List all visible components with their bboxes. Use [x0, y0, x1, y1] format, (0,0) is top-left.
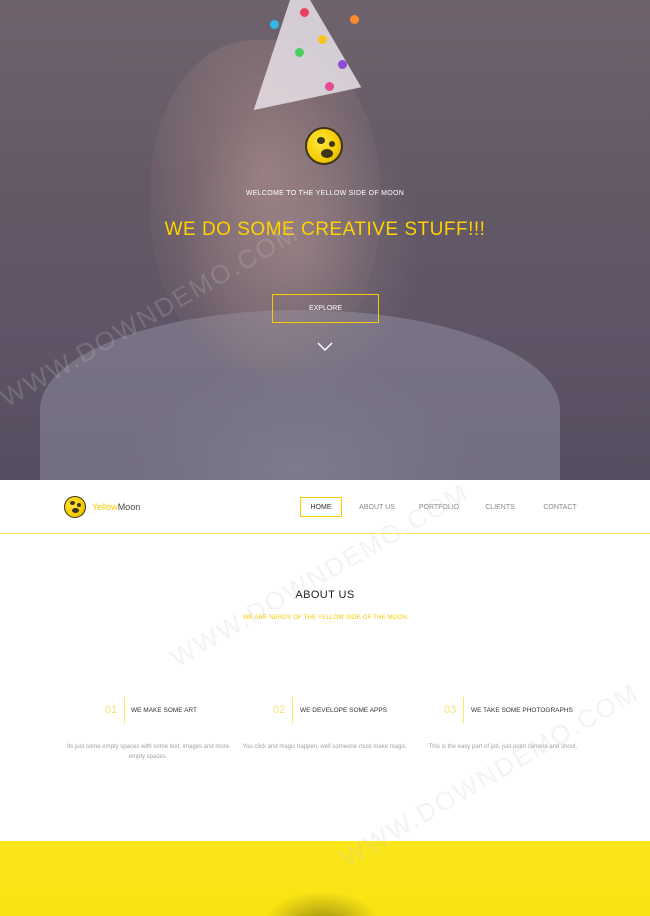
feature-description: This is the easy part of job, just point… [428, 744, 578, 750]
feature-description: You click and magic happen, well someone… [242, 744, 408, 750]
nav-item-clients[interactable]: CLIENTS [480, 497, 520, 517]
brand-logo[interactable]: YellowMoon [64, 495, 140, 519]
party-hat-dot [325, 82, 334, 91]
feature-divider [124, 697, 125, 723]
feature-divider [292, 697, 293, 723]
hero-section: WELCOME TO THE YELLOW SIDE OF MOON WE DO… [0, 0, 650, 480]
yellow-section [0, 841, 650, 916]
hero-welcome-text: WELCOME TO THE YELLOW SIDE OF MOON [245, 190, 405, 197]
brand-name-dark: Moon [117, 502, 141, 512]
feature-title: WE TAKE SOME PHOTOGRAPHS [471, 707, 573, 714]
main-navbar: YellowMoon HOME ABOUT US PORTFOLIO CLIEN… [0, 480, 650, 534]
feature-number: 03 [444, 704, 457, 716]
nav-item-portfolio[interactable]: PORTFOLIO [416, 497, 462, 517]
hero-headline: WE DO SOME CREATIVE STUFF!!! [164, 219, 486, 240]
moon-logo-icon [64, 496, 86, 518]
party-hat-dot [295, 48, 304, 57]
moon-logo-icon [305, 127, 343, 165]
nav-item-contact[interactable]: CONTACT [537, 497, 583, 517]
brand-name: YellowMoon [92, 502, 140, 512]
feature-description: Its just some empty spaces with some tex… [66, 744, 230, 760]
party-hat-dot [338, 60, 347, 69]
party-hat-dot [350, 15, 359, 24]
feature-title: WE MAKE SOME ART [131, 707, 197, 714]
party-hat-dot [318, 35, 327, 44]
feature-divider [463, 697, 464, 723]
about-subtitle: WE ARE NERDS OF THE YELLOW SIDE OF THE M… [242, 615, 408, 621]
explore-button[interactable]: EXPLORE [272, 294, 379, 323]
feature-number: 02 [273, 704, 286, 716]
nav-item-home[interactable]: HOME [300, 497, 342, 517]
brand-name-yellow: Yellow [92, 502, 118, 512]
nav-item-about-us[interactable]: ABOUT US [355, 497, 399, 517]
yellow-section-photo [262, 891, 382, 916]
feature-number: 01 [105, 704, 118, 716]
feature-title: WE DEVELOPE SOME APPS [300, 707, 388, 714]
about-title: ABOUT US [295, 589, 355, 601]
party-hat-dot [270, 20, 279, 29]
party-hat-dot [300, 8, 309, 17]
chevron-down-icon[interactable] [317, 341, 333, 353]
